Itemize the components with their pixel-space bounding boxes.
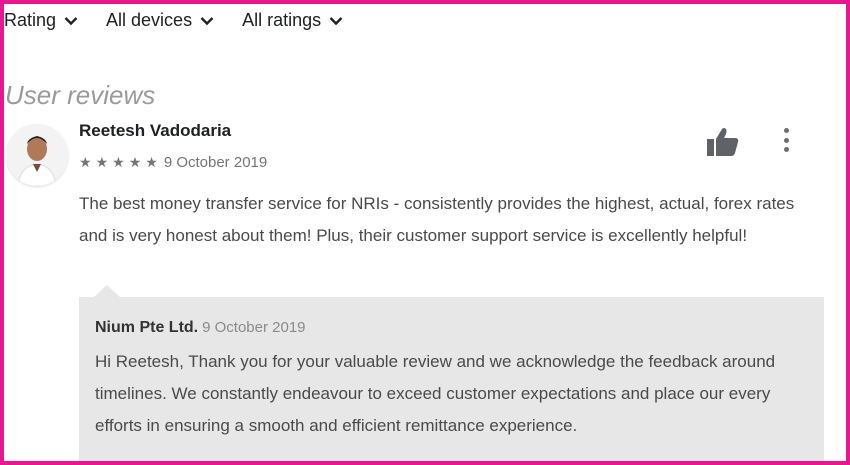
star-icon: ★ [79, 154, 92, 170]
reviewer-name: Reetesh Vadodaria [79, 121, 232, 140]
avatar-image [6, 124, 68, 186]
star-icon: ★ [128, 154, 142, 170]
section-title: User reviews [5, 80, 156, 110]
chevron-down-icon [64, 16, 78, 25]
review-text: The best money transfer service for NRIs… [79, 194, 795, 245]
review-rating: ★ ★ ★ ★ ★ 9 October 2019 [79, 154, 267, 171]
more-vert-icon[interactable] [776, 124, 796, 156]
thumbs-up-icon [707, 128, 739, 156]
star-icon: ★ [145, 154, 158, 170]
developer-reply-header: Nium Pte Ltd. 9 October 2019 [95, 319, 306, 337]
menu-dot [783, 147, 789, 152]
filter-rating-dropdown[interactable]: Rating [4, 10, 78, 31]
star-icon: ★ [112, 154, 125, 170]
menu-dot [783, 137, 789, 143]
filter-rating-label: Rating [4, 10, 57, 30]
developer-reply-date: 9 October 2019 [202, 319, 306, 336]
filter-ratings-label: All ratings [242, 10, 322, 30]
chevron-down-icon [200, 16, 214, 25]
developer-reply-text: Hi Reetesh, Thank you for your valuable … [95, 352, 776, 435]
helpful-button[interactable] [705, 126, 741, 158]
developer-reply: Nium Pte Ltd. 9 October 2019 Hi Reetesh,… [79, 297, 824, 461]
filter-bar: Rating All devices All ratings [4, 10, 371, 31]
developer-name: Nium Pte Ltd. [95, 319, 199, 336]
star-icon: ★ [95, 154, 109, 170]
review-date: 9 October 2019 [163, 154, 268, 171]
menu-dot [783, 128, 789, 133]
filter-devices-label: All devices [106, 10, 193, 30]
filter-devices-dropdown[interactable]: All devices [106, 10, 214, 31]
user-avatar-icon[interactable] [6, 124, 68, 186]
chevron-down-icon [329, 16, 343, 25]
filter-ratings-dropdown[interactable]: All ratings [242, 10, 343, 31]
